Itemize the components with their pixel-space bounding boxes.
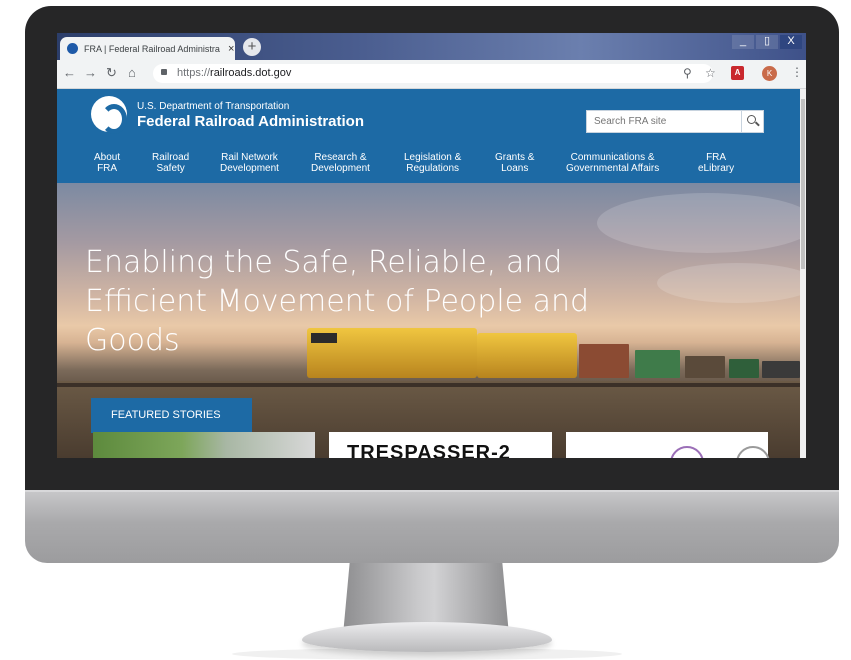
minimize-button[interactable]: _ bbox=[732, 35, 754, 49]
story-card-3[interactable] bbox=[566, 432, 770, 458]
home-icon[interactable]: ⌂ bbox=[128, 66, 136, 80]
hero-headline: Enabling the Safe, Reliable, and Efficie… bbox=[85, 245, 590, 358]
nav-railroad-safety[interactable]: Railroad Safety bbox=[152, 152, 189, 174]
dot-favicon-icon bbox=[67, 43, 78, 54]
nav-rail-network-development[interactable]: Rail Network Development bbox=[220, 152, 279, 174]
cloud bbox=[597, 193, 806, 253]
address-bar[interactable]: https://railroads.dot.gov bbox=[153, 64, 713, 83]
department-name: U.S. Department of Transportation bbox=[137, 101, 290, 112]
window-controls: _ ▯ X bbox=[732, 35, 802, 49]
search-icon[interactable] bbox=[741, 111, 763, 132]
scrollbar-thumb[interactable] bbox=[801, 99, 805, 269]
profile-avatar[interactable]: K bbox=[762, 66, 777, 81]
bookmark-star-icon[interactable]: ☆ bbox=[705, 66, 716, 80]
circle-graphic-icon bbox=[670, 446, 704, 458]
browser-toolbar: ← → ↻ ⌂ https://railroads.dot.gov ⚲ ☆ A … bbox=[57, 60, 806, 89]
search-input[interactable] bbox=[592, 115, 736, 128]
reload-icon[interactable]: ↻ bbox=[106, 66, 117, 80]
nav-about-fra[interactable]: About FRA bbox=[94, 152, 120, 174]
nav-legislation-regulations[interactable]: Legislation & Regulations bbox=[404, 152, 461, 174]
screen: FRA | Federal Railroad Administra × + _ … bbox=[57, 33, 806, 458]
story-card-1[interactable] bbox=[93, 432, 315, 458]
freight-car bbox=[729, 359, 759, 378]
back-arrow-icon[interactable]: ← bbox=[63, 66, 76, 80]
nav-fra-elibrary[interactable]: FRA eLibrary bbox=[698, 152, 734, 174]
lock-icon bbox=[161, 69, 167, 75]
railway-track bbox=[57, 383, 800, 387]
monitor-chin bbox=[25, 490, 839, 563]
pdf-extension-icon[interactable]: A bbox=[731, 66, 744, 80]
scrollbar[interactable] bbox=[800, 89, 806, 458]
freight-car bbox=[762, 361, 800, 378]
zoom-icon[interactable]: ⚲ bbox=[683, 66, 692, 80]
featured-stories-label: FEATURED STORIES bbox=[91, 398, 252, 433]
browser-tab-bar: FRA | Federal Railroad Administra × + _ … bbox=[57, 33, 806, 60]
circle-graphic-icon bbox=[736, 446, 770, 458]
nav-grants-loans[interactable]: Grants & Loans bbox=[495, 152, 534, 174]
close-window-button[interactable]: X bbox=[780, 35, 802, 49]
new-tab-button[interactable]: + bbox=[243, 38, 261, 56]
story-card-2-title: TRESPASSER-2 bbox=[347, 442, 511, 458]
site-search bbox=[586, 110, 764, 133]
agency-name[interactable]: Federal Railroad Administration bbox=[137, 113, 364, 130]
monitor-stand-base bbox=[302, 622, 552, 652]
browser-menu-icon[interactable]: ⋮ bbox=[791, 65, 803, 79]
freight-car bbox=[685, 356, 725, 378]
site-header: U.S. Department of Transportation Federa… bbox=[57, 89, 800, 183]
dot-logo-icon[interactable] bbox=[91, 96, 127, 134]
tab-close-icon[interactable]: × bbox=[228, 43, 234, 55]
freight-car bbox=[635, 350, 680, 378]
url-text: https://railroads.dot.gov bbox=[177, 67, 292, 79]
nav-research-development[interactable]: Research & Development bbox=[311, 152, 370, 174]
story-card-2[interactable]: TRESPASSER-2 bbox=[329, 432, 552, 458]
maximize-button[interactable]: ▯ bbox=[756, 35, 778, 49]
nav-communications[interactable]: Communications & Governmental Affairs bbox=[566, 152, 659, 174]
cloud bbox=[657, 263, 806, 303]
browser-tab[interactable]: FRA | Federal Railroad Administra × bbox=[60, 37, 235, 60]
tab-title: FRA | Federal Railroad Administra bbox=[84, 43, 220, 54]
hero-banner: Enabling the Safe, Reliable, and Efficie… bbox=[57, 183, 806, 458]
forward-arrow-icon[interactable]: → bbox=[84, 66, 97, 80]
